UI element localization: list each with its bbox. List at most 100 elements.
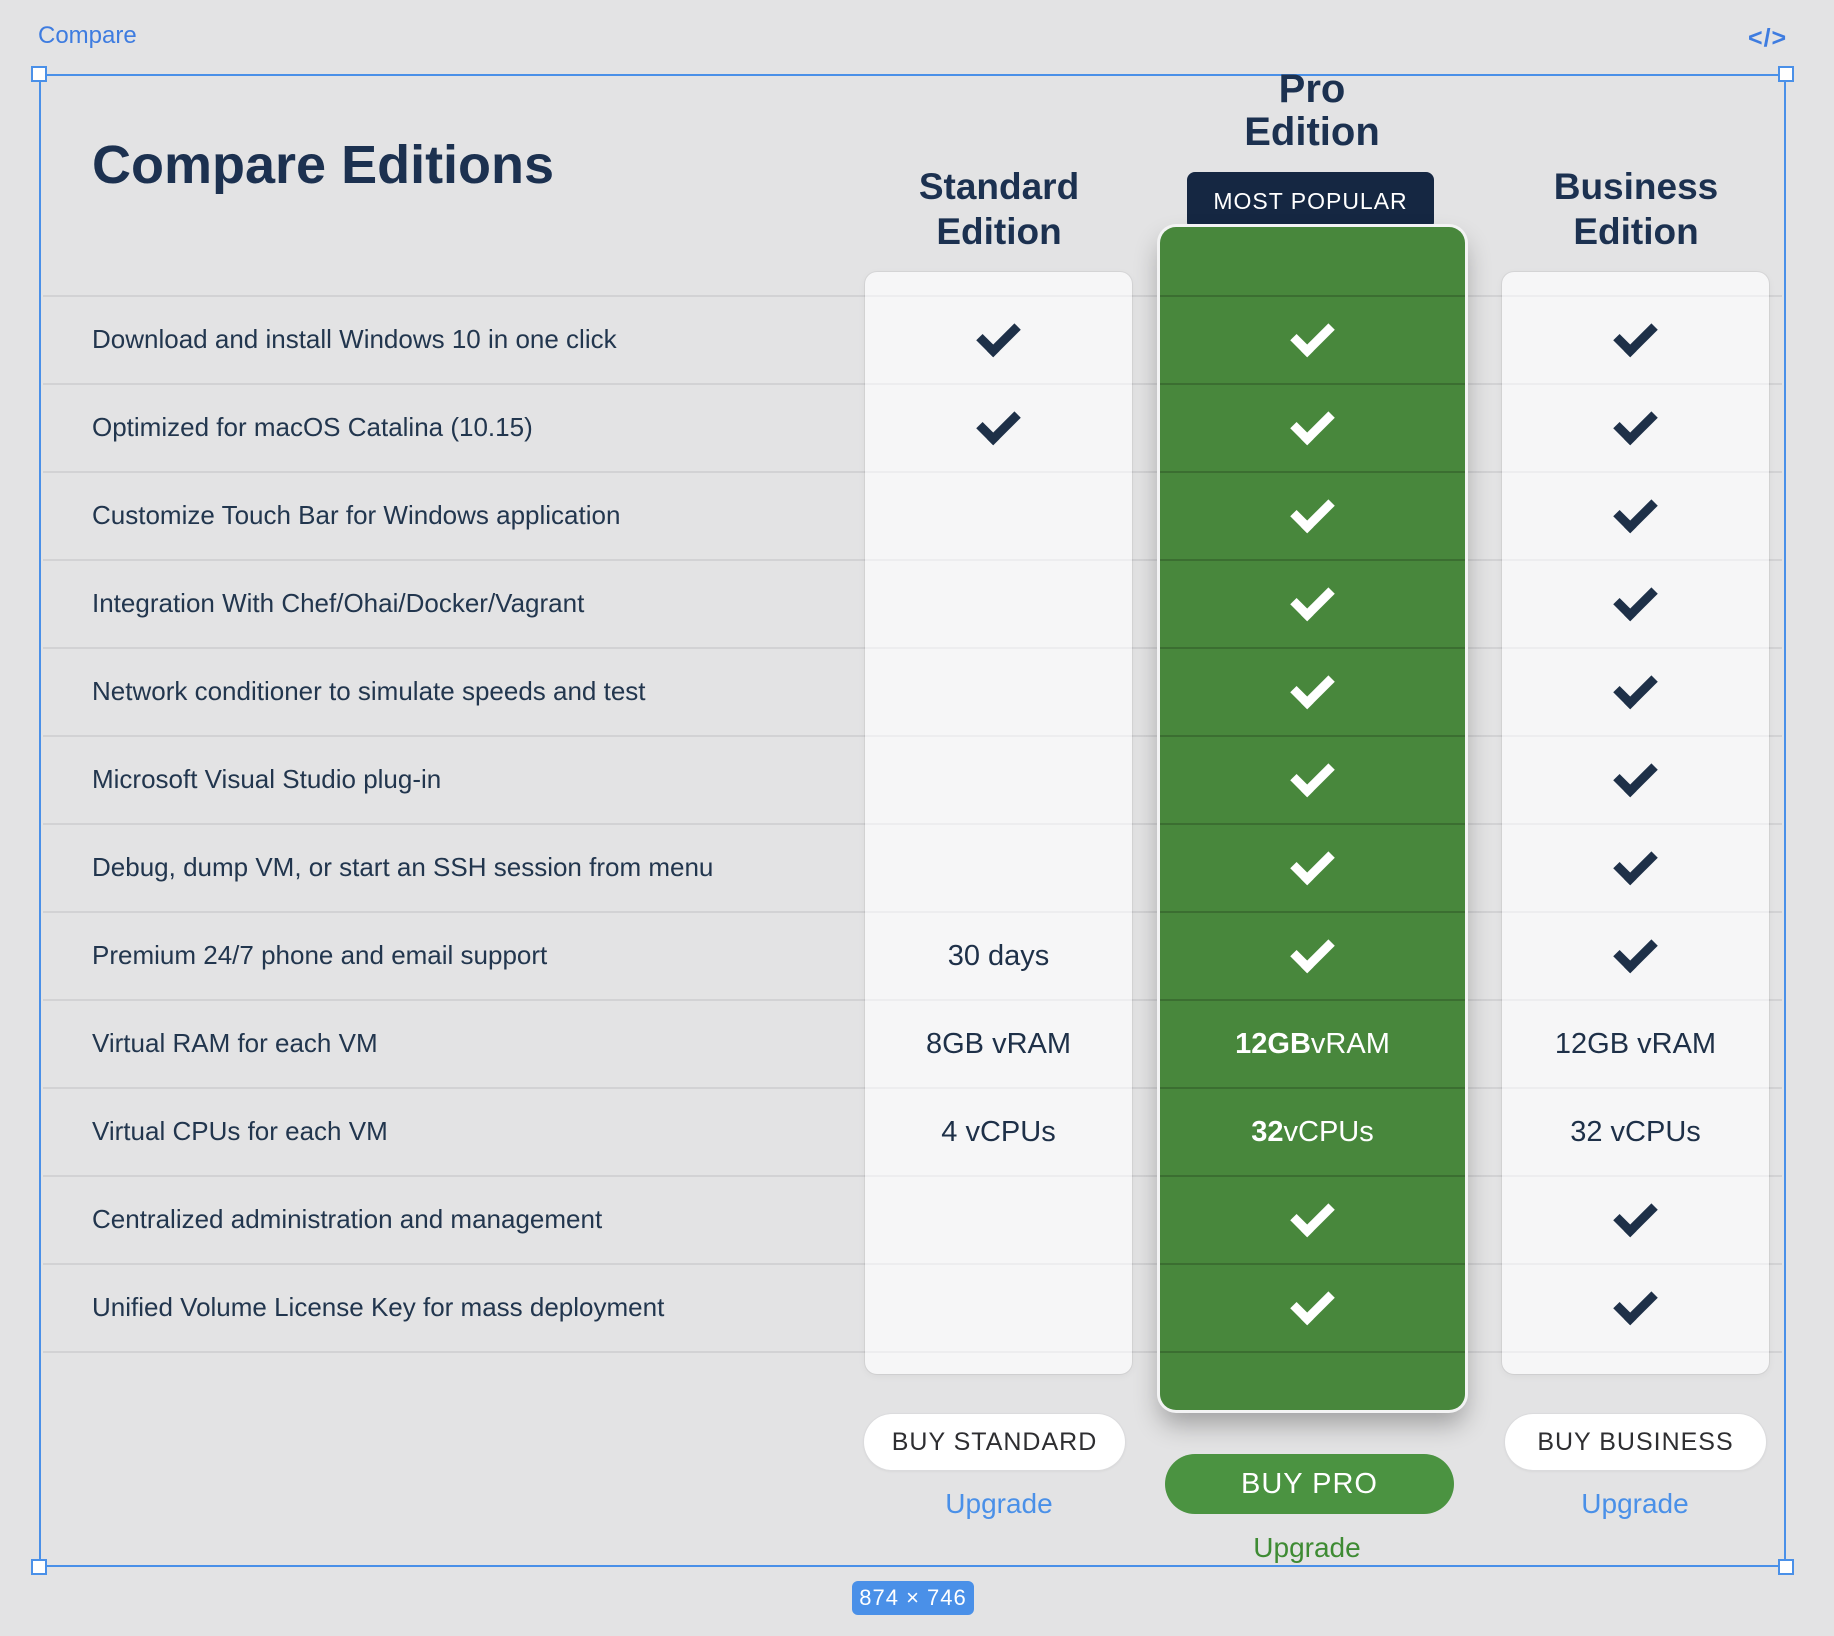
feature-row-label: Virtual RAM for each VM (92, 999, 378, 1087)
check-icon (1290, 401, 1335, 446)
business-cell (1502, 1263, 1769, 1351)
card-end-line (865, 1351, 1132, 1353)
feature-row-label: Virtual CPUs for each VM (92, 1087, 388, 1175)
column-header-business: Business Edition (1496, 164, 1776, 254)
feature-row-label: Download and install Windows 10 in one c… (92, 295, 617, 383)
standard-cell (865, 471, 1132, 559)
check-icon (1613, 1281, 1658, 1326)
standard-cell (865, 823, 1132, 911)
standard-cell: 30 days (865, 911, 1132, 999)
check-icon (1290, 753, 1335, 798)
standard-cell (865, 559, 1132, 647)
check-icon (1290, 1281, 1335, 1326)
pro-column-card: 12GB vRAM32 vCPUs (1160, 227, 1465, 1410)
column-header-line: Edition (859, 209, 1139, 254)
pro-cell (1160, 383, 1465, 471)
standard-cell: 4 vCPUs (865, 1087, 1132, 1175)
pro-cell (1160, 647, 1465, 735)
check-icon (1613, 753, 1658, 798)
business-cell (1502, 735, 1769, 823)
column-header-line: Pro (1172, 68, 1452, 111)
business-cell (1502, 295, 1769, 383)
standard-cell: 8GB vRAM (865, 999, 1132, 1087)
standard-cell (865, 1263, 1132, 1351)
column-header-line: Edition (1496, 209, 1776, 254)
feature-row-label: Integration With Chef/Ohai/Docker/Vagran… (92, 559, 584, 647)
pro-cell (1160, 735, 1465, 823)
feature-row-label: Optimized for macOS Catalina (10.15) (92, 383, 533, 471)
check-icon (1613, 313, 1658, 358)
feature-row-label: Microsoft Visual Studio plug-in (92, 735, 441, 823)
pro-cell (1160, 823, 1465, 911)
feature-row-label: Debug, dump VM, or start an SSH session … (92, 823, 713, 911)
standard-cell (865, 647, 1132, 735)
check-icon (976, 401, 1021, 446)
check-icon (1613, 665, 1658, 710)
check-icon (1613, 1193, 1658, 1238)
check-icon (1613, 401, 1658, 446)
page-title: Compare Editions (92, 134, 554, 196)
business-cell (1502, 471, 1769, 559)
check-icon (1613, 841, 1658, 886)
check-icon (976, 313, 1021, 358)
column-header-line: Edition (1172, 111, 1452, 154)
upgrade-business-link[interactable]: Upgrade (1535, 1488, 1735, 1520)
feature-row-label: Premium 24/7 phone and email support (92, 911, 547, 999)
resize-handle-top-right[interactable] (1778, 66, 1794, 82)
pro-cell (1160, 911, 1465, 999)
column-header-standard: Standard Edition (859, 164, 1139, 254)
resize-handle-top-left[interactable] (31, 66, 47, 82)
standard-cell (865, 735, 1132, 823)
business-cell (1502, 911, 1769, 999)
business-column-card: 12GB vRAM32 vCPUs (1502, 272, 1769, 1374)
check-icon (1613, 489, 1658, 534)
pro-cell (1160, 1263, 1465, 1351)
business-cell (1502, 823, 1769, 911)
standard-cell (865, 295, 1132, 383)
business-cell (1502, 647, 1769, 735)
check-icon (1290, 489, 1335, 534)
feature-row-label: Centralized administration and managemen… (92, 1175, 602, 1263)
standard-cell (865, 383, 1132, 471)
check-icon (1613, 929, 1658, 974)
card-end-line (1160, 1351, 1465, 1353)
feature-row-label: Customize Touch Bar for Windows applicat… (92, 471, 620, 559)
pro-cell (1160, 559, 1465, 647)
buy-business-button[interactable]: BUY BUSINESS (1505, 1414, 1766, 1470)
check-icon (1290, 841, 1335, 886)
business-cell (1502, 1175, 1769, 1263)
most-popular-badge: MOST POPULAR (1187, 172, 1434, 230)
pro-cell: 12GB vRAM (1160, 999, 1465, 1087)
check-icon (1613, 577, 1658, 622)
pro-cell: 32 vCPUs (1160, 1087, 1465, 1175)
code-icon[interactable]: </> (1748, 24, 1787, 53)
artboard-size-badge: 874 × 746 (852, 1581, 974, 1615)
check-icon (1290, 1193, 1335, 1238)
artboard-name-label[interactable]: Compare (38, 22, 137, 50)
buy-pro-button[interactable]: BUY PRO (1165, 1454, 1454, 1514)
check-icon (1290, 577, 1335, 622)
upgrade-standard-link[interactable]: Upgrade (899, 1488, 1099, 1520)
check-icon (1290, 929, 1335, 974)
feature-row-label: Network conditioner to simulate speeds a… (92, 647, 646, 735)
business-cell: 32 vCPUs (1502, 1087, 1769, 1175)
business-cell (1502, 559, 1769, 647)
design-canvas: Compare </> Compare Editions Standard Ed… (0, 0, 1834, 1636)
pro-cell (1160, 1175, 1465, 1263)
business-cell: 12GB vRAM (1502, 999, 1769, 1087)
column-header-line: Business (1496, 164, 1776, 209)
pro-cell (1160, 471, 1465, 559)
buy-standard-button[interactable]: BUY STANDARD (864, 1414, 1125, 1470)
card-end-line (1502, 1351, 1769, 1353)
resize-handle-bottom-left[interactable] (31, 1559, 47, 1575)
column-header-pro: Pro Edition (1172, 68, 1452, 154)
check-icon (1290, 313, 1335, 358)
artboard-compare-editions[interactable]: Compare Editions Standard Edition Pro Ed… (39, 74, 1786, 1567)
pro-cell (1160, 295, 1465, 383)
feature-row-label: Unified Volume License Key for mass depl… (92, 1263, 664, 1351)
upgrade-pro-link[interactable]: Upgrade (1207, 1532, 1407, 1564)
check-icon (1290, 665, 1335, 710)
standard-column-card: 30 days8GB vRAM4 vCPUs (865, 272, 1132, 1374)
resize-handle-bottom-right[interactable] (1778, 1559, 1794, 1575)
standard-cell (865, 1175, 1132, 1263)
